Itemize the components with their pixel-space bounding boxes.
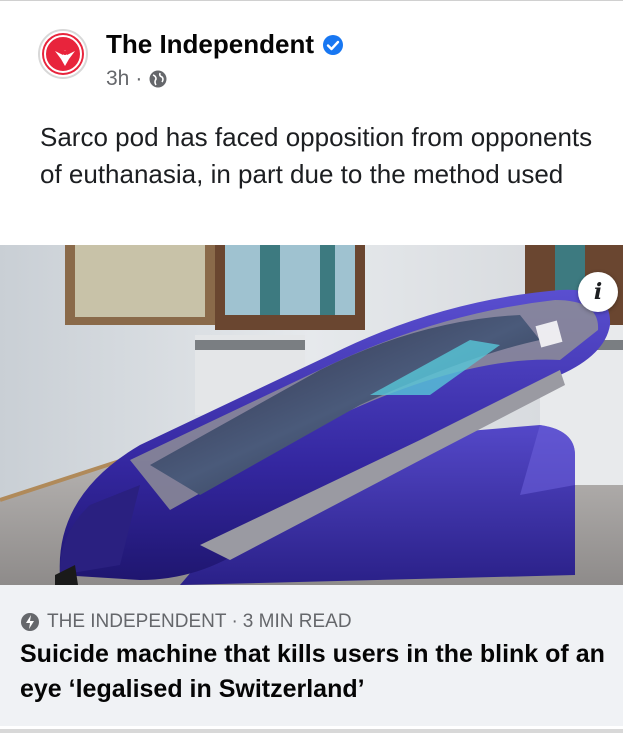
page-name[interactable]: The Independent xyxy=(106,29,314,60)
link-separator: · xyxy=(231,611,238,632)
info-icon[interactable]: i xyxy=(578,272,618,312)
post-meta: 3h · xyxy=(106,67,168,91)
sarco-pod-photo xyxy=(0,245,623,585)
read-time: 3 MIN READ xyxy=(242,611,352,632)
verified-badge-icon xyxy=(323,34,343,55)
link-source: THE INDEPENDENT xyxy=(47,611,227,632)
meta-separator: · xyxy=(135,67,143,90)
post-header: The Independent 3h · xyxy=(38,27,598,97)
post-caption: Sarco pod has faced opposition from oppo… xyxy=(40,122,593,189)
link-headline[interactable]: Suicide machine that kills users in the … xyxy=(20,637,620,707)
globe-icon[interactable] xyxy=(148,69,168,89)
link-source-row: THE INDEPENDENT · 3 MIN READ xyxy=(20,611,352,633)
lightning-bolt-icon xyxy=(21,613,39,631)
link-preview[interactable]: THE INDEPENDENT · 3 MIN READ Suicide mac… xyxy=(0,585,623,726)
independent-eagle-logo xyxy=(44,35,82,73)
page-avatar[interactable] xyxy=(38,29,88,79)
facebook-post: The Independent 3h · Sarco pod has faced… xyxy=(0,0,623,733)
page-name-link[interactable]: The Independent xyxy=(106,29,344,60)
post-timestamp[interactable]: 3h xyxy=(106,67,129,91)
post-image[interactable]: i xyxy=(0,245,623,585)
